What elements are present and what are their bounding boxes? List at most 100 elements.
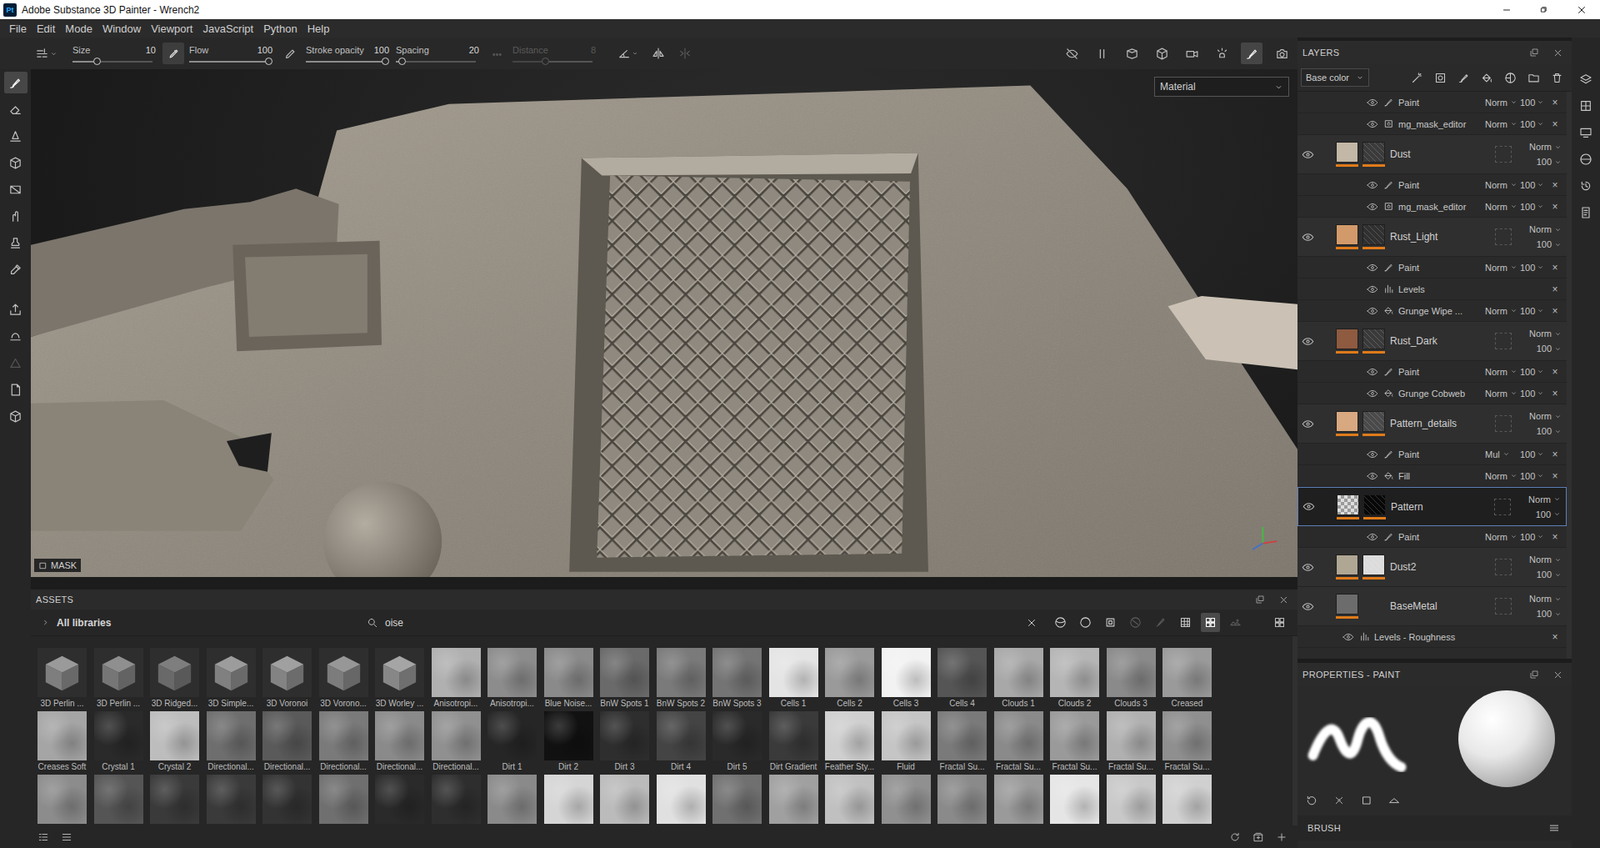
asset-item[interactable] bbox=[94, 774, 144, 824]
wand-icon[interactable] bbox=[1410, 71, 1424, 85]
tool-button[interactable] bbox=[4, 151, 28, 174]
visibility-toggle[interactable] bbox=[1301, 600, 1315, 613]
side-panel-button[interactable] bbox=[1575, 149, 1596, 170]
layer-opacity[interactable]: 100 bbox=[1536, 608, 1562, 619]
blend-mode[interactable]: Norm bbox=[1529, 593, 1562, 604]
remove-effect-button[interactable]: × bbox=[1550, 387, 1560, 400]
eye-icon[interactable] bbox=[1366, 448, 1379, 460]
eye-icon[interactable] bbox=[1366, 305, 1379, 317]
asset-item[interactable]: Anisotropi... bbox=[487, 647, 537, 710]
plus-icon[interactable] bbox=[1275, 830, 1288, 843]
layer-opacity[interactable]: 100 bbox=[1536, 156, 1562, 167]
remove-effect-button[interactable]: × bbox=[1550, 305, 1560, 317]
remove-effect-button[interactable]: × bbox=[1550, 630, 1560, 643]
effect-opacity[interactable]: 100 bbox=[1520, 449, 1535, 460]
clone-icon[interactable] bbox=[8, 235, 23, 250]
opacity-map-slot[interactable] bbox=[1495, 228, 1512, 245]
brush-icon[interactable] bbox=[8, 75, 23, 90]
remove-effect-button[interactable]: × bbox=[1550, 261, 1560, 274]
slider-track[interactable] bbox=[189, 60, 270, 63]
tool-button[interactable] bbox=[4, 125, 28, 147]
winmax-icon[interactable] bbox=[1538, 4, 1550, 15]
close-icon[interactable] bbox=[1025, 616, 1038, 629]
asset-item[interactable]: Cells 1 bbox=[769, 647, 819, 710]
blend-mode[interactable]: Norm bbox=[1485, 388, 1508, 399]
display-icon[interactable] bbox=[1579, 125, 1593, 140]
tool-button[interactable] bbox=[4, 258, 28, 280]
symmetry-icon[interactable] bbox=[651, 46, 665, 60]
tool-button[interactable] bbox=[4, 71, 28, 94]
visibility-toggle[interactable] bbox=[1366, 261, 1379, 274]
asset-item[interactable]: Creases Soft bbox=[37, 710, 87, 773]
refresh-icon[interactable] bbox=[1229, 830, 1241, 843]
eye-icon[interactable] bbox=[1301, 417, 1315, 430]
effect-row[interactable]: PaintMul100× bbox=[1297, 443, 1567, 465]
blend-mode[interactable]: Norm bbox=[1529, 554, 1562, 565]
view-tool-button[interactable] bbox=[1090, 42, 1113, 65]
eye-icon[interactable] bbox=[1342, 630, 1355, 643]
asset-item[interactable] bbox=[994, 774, 1044, 824]
preset-icon[interactable] bbox=[35, 46, 50, 61]
undock-icon[interactable] bbox=[1255, 594, 1265, 605]
visibility-toggle[interactable] bbox=[1366, 283, 1379, 295]
brush-icon[interactable] bbox=[1457, 71, 1470, 85]
emit-icon[interactable] bbox=[1333, 794, 1345, 806]
tool-button[interactable] bbox=[4, 231, 28, 254]
eye-icon[interactable] bbox=[1366, 530, 1379, 543]
viewport-mode-dropdown[interactable]: Material bbox=[1154, 76, 1290, 97]
trash-icon[interactable] bbox=[1550, 71, 1564, 85]
asset-item[interactable]: Directional... bbox=[375, 710, 425, 773]
slider-track[interactable] bbox=[512, 60, 593, 63]
menu-item[interactable]: Edit bbox=[31, 22, 60, 35]
projection-icon[interactable] bbox=[8, 129, 23, 144]
eye-icon[interactable] bbox=[1302, 500, 1315, 513]
eye-icon[interactable] bbox=[1366, 261, 1379, 274]
side-panel-button[interactable] bbox=[1575, 69, 1596, 90]
picker-icon[interactable] bbox=[8, 262, 23, 277]
eye-icon[interactable] bbox=[1366, 387, 1379, 400]
tool-button[interactable] bbox=[4, 405, 28, 427]
asset-item[interactable]: Cells 4 bbox=[937, 647, 987, 710]
tool-button[interactable] bbox=[4, 325, 28, 347]
asset-item[interactable] bbox=[712, 774, 762, 824]
asset-item[interactable]: Dirt 5 bbox=[712, 710, 762, 773]
slider-toggle[interactable] bbox=[485, 42, 508, 65]
brush-section[interactable]: BRUSH bbox=[1297, 815, 1572, 840]
rotate-icon[interactable] bbox=[1305, 794, 1318, 806]
visibility-toggle[interactable] bbox=[1366, 118, 1379, 130]
persp-icon[interactable] bbox=[1125, 46, 1140, 61]
slider-track[interactable] bbox=[395, 60, 476, 63]
asset-item[interactable]: Directional... bbox=[319, 710, 369, 773]
cube-icon[interactable] bbox=[8, 155, 23, 170]
chev-icon[interactable] bbox=[50, 50, 58, 58]
close-icon[interactable] bbox=[1575, 4, 1588, 16]
eye-icon[interactable] bbox=[1301, 230, 1315, 244]
3d-viewport[interactable]: MaterialMASK bbox=[30, 69, 1298, 577]
visibility-toggle[interactable] bbox=[1342, 630, 1355, 643]
slider-track[interactable] bbox=[305, 60, 386, 63]
view-mode-button[interactable] bbox=[1273, 615, 1286, 629]
layer-row[interactable]: BaseMetalNorm100 bbox=[1297, 586, 1567, 626]
eye-icon[interactable] bbox=[1301, 560, 1315, 574]
visibility-toggle[interactable] bbox=[1366, 387, 1379, 400]
asset-item[interactable]: Fractal Su... bbox=[1162, 710, 1212, 773]
asset-item[interactable] bbox=[206, 774, 256, 824]
asset-item[interactable] bbox=[769, 774, 819, 824]
effect-row[interactable]: Grunge Wipe ...Norm100× bbox=[1297, 300, 1567, 322]
blend-mode[interactable]: Norm bbox=[1485, 119, 1508, 130]
view-tool-button[interactable] bbox=[1060, 42, 1083, 65]
effect-row[interactable]: PaintNorm100× bbox=[1297, 360, 1567, 383]
undock-icon[interactable] bbox=[1529, 669, 1540, 680]
effect-row[interactable]: PaintNorm100× bbox=[1297, 256, 1567, 279]
toolbar-slider[interactable]: Spacing20 bbox=[395, 45, 480, 63]
cube-icon[interactable] bbox=[1155, 46, 1170, 61]
effect-opacity[interactable]: 100 bbox=[1520, 531, 1535, 542]
asset-item[interactable]: Dirt Gradient bbox=[769, 710, 819, 773]
channel-dropdown[interactable]: Base color bbox=[1300, 68, 1370, 87]
blend-mode[interactable]: Norm bbox=[1485, 262, 1508, 273]
menu-item[interactable]: Python bbox=[258, 22, 302, 35]
asset-item[interactable] bbox=[1106, 774, 1156, 824]
asset-item[interactable]: Clouds 2 bbox=[1050, 647, 1100, 710]
eye-icon[interactable] bbox=[1366, 96, 1379, 109]
eye-icon[interactable] bbox=[1366, 365, 1379, 378]
